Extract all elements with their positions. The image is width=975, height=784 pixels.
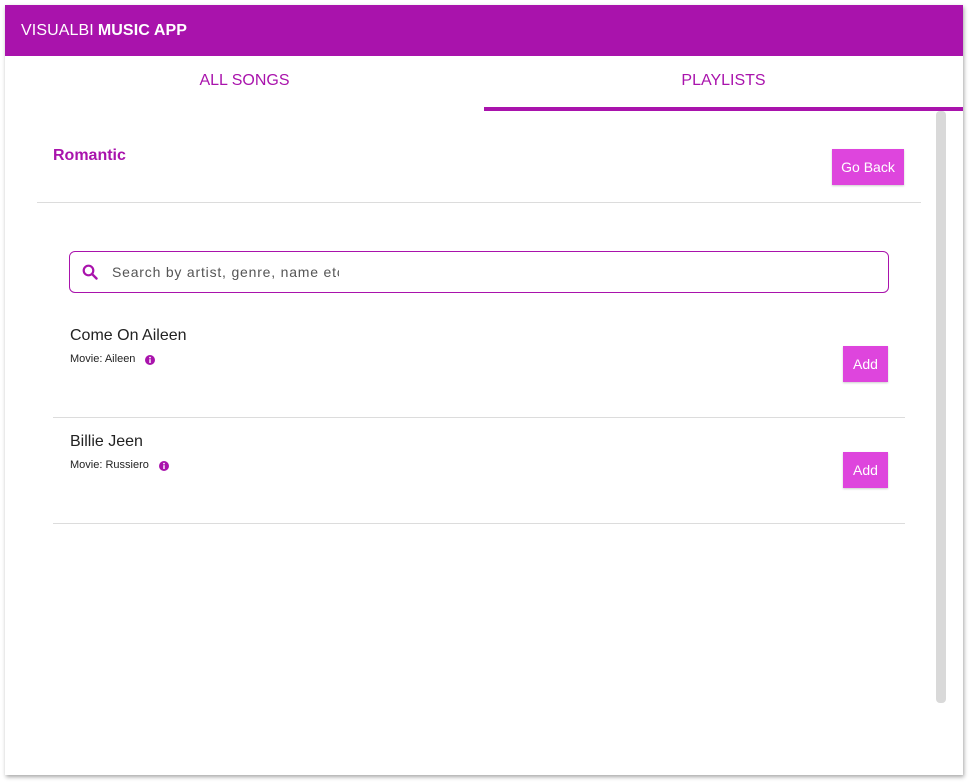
scrollbar[interactable] [936, 111, 946, 703]
add-button[interactable]: Add [843, 452, 888, 488]
search-box[interactable] [69, 251, 889, 293]
info-icon[interactable] [145, 355, 156, 365]
song-meta: Movie: Aileen [70, 353, 156, 365]
playlist-title: Romantic [53, 147, 126, 164]
brand-subtitle: MUSIC APP [97, 21, 188, 39]
app-window: VISUALBI MUSIC APP ALL SONGS PLAYLISTS R… [5, 5, 963, 775]
tab-all-songs[interactable]: ALL SONGS [5, 56, 484, 111]
playlist-content: Romantic Go Back Come On Aileen Movie: A… [5, 111, 963, 775]
song-name: Billie Jeen [70, 433, 143, 450]
search-icon [81, 263, 99, 281]
song-movie: Movie: Aileen [70, 353, 136, 365]
playlist-header: Romantic Go Back [37, 111, 921, 203]
info-icon[interactable] [158, 461, 169, 471]
add-button[interactable]: Add [843, 346, 888, 382]
brand-name: VISUALBI [21, 21, 94, 39]
tab-playlists[interactable]: PLAYLISTS [484, 56, 963, 111]
search-input[interactable] [110, 263, 341, 281]
tab-bar: ALL SONGS PLAYLISTS [5, 56, 963, 111]
song-meta: Movie: Russiero [70, 459, 169, 471]
go-back-button[interactable]: Go Back [832, 149, 904, 185]
list-item: Come On Aileen Movie: Aileen Add [53, 312, 905, 418]
song-movie: Movie: Russiero [70, 459, 149, 471]
song-name: Come On Aileen [70, 327, 187, 344]
song-list: Come On Aileen Movie: Aileen Add Billie … [53, 312, 905, 524]
list-item: Billie Jeen Movie: Russiero Add [53, 418, 905, 524]
scrollbar-thumb[interactable] [936, 111, 946, 703]
app-header: VISUALBI MUSIC APP [5, 5, 963, 56]
